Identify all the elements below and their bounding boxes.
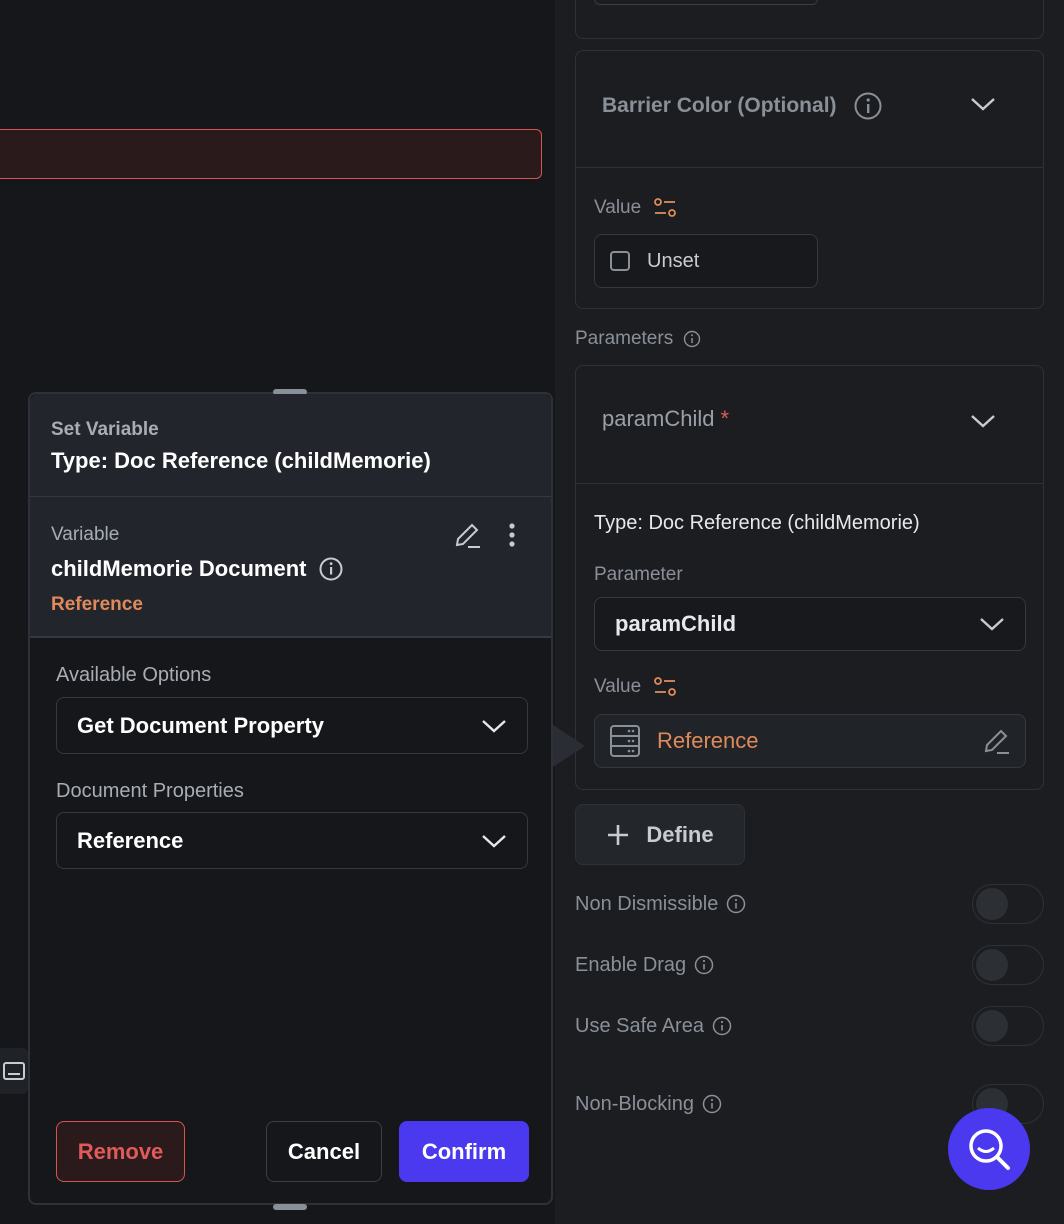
document-properties-select[interactable]: Reference <box>56 812 528 869</box>
card-divider <box>576 167 1043 168</box>
toggle-label: Non-Blocking <box>575 1092 694 1115</box>
search-fab-button[interactable] <box>948 1108 1030 1190</box>
value-reference-field[interactable]: Reference <box>594 714 1026 768</box>
toggle-label-row: Non-Blocking <box>575 1093 722 1116</box>
parameter-select-value: paramChild <box>615 611 737 636</box>
info-icon <box>702 1094 722 1114</box>
value-label-row: Value <box>594 676 677 698</box>
options-icon <box>654 677 677 696</box>
variable-label: Variable <box>51 524 120 545</box>
toggle-label: Non Dismissible <box>575 892 719 915</box>
bottom-resize-handle[interactable] <box>273 1204 307 1210</box>
side-tool-button[interactable] <box>0 1048 28 1094</box>
toggle-knob <box>976 949 1008 981</box>
info-icon[interactable] <box>318 556 344 582</box>
chevron-down-icon <box>980 618 1004 631</box>
edit-icon[interactable] <box>981 726 1011 756</box>
toggle-label: Use Safe Area <box>575 1014 704 1037</box>
modal-header: Set Variable Type: Doc Reference (childM… <box>30 394 551 497</box>
remove-button[interactable]: Remove <box>56 1121 185 1182</box>
parameter-label: Parameter <box>594 564 683 585</box>
enable-drag-toggle[interactable] <box>972 945 1044 985</box>
toggle-label-row: Non Dismissible <box>575 893 746 916</box>
barrier-color-title: Barrier Color (Optional) <box>602 94 837 117</box>
toggle-label: Enable Drag <box>575 953 687 976</box>
toggle-label-row: Enable Drag <box>575 954 714 977</box>
chevron-down-icon[interactable] <box>970 95 996 113</box>
param-name: paramChild <box>602 406 715 431</box>
unset-label: Unset <box>647 249 700 272</box>
popover-pointer <box>553 725 585 767</box>
database-icon <box>610 725 640 757</box>
modal-type-title: Type: Doc Reference (childMemorie) <box>51 448 431 473</box>
define-label: Define <box>646 821 714 847</box>
value-reference-text: Reference <box>657 728 759 753</box>
define-button[interactable]: Define <box>575 804 745 865</box>
non-dismissible-toggle[interactable] <box>972 884 1044 924</box>
confirm-button[interactable]: Confirm <box>399 1121 529 1182</box>
value-label: Value <box>594 197 642 218</box>
chevron-down-icon <box>482 834 506 848</box>
modal-kicker: Set Variable <box>51 419 159 440</box>
available-options-select[interactable]: Get Document Property <box>56 697 528 754</box>
previous-field[interactable] <box>594 0 818 5</box>
available-options-value: Get Document Property <box>77 712 324 738</box>
plus-icon <box>608 824 629 845</box>
toggle-row-enable-drag: Enable Drag <box>575 945 1044 985</box>
search-icon <box>969 1129 1010 1170</box>
param-header[interactable]: paramChild * <box>602 406 729 432</box>
parameters-label: Parameters <box>575 328 674 349</box>
info-icon <box>727 894 746 914</box>
cancel-button[interactable]: Cancel <box>266 1121 382 1182</box>
info-icon <box>684 330 701 348</box>
toggle-row-non-dismissible: Non Dismissible <box>575 884 1044 924</box>
use-safe-area-toggle[interactable] <box>972 1006 1044 1046</box>
available-options-label: Available Options <box>56 664 212 686</box>
chevron-down-icon[interactable] <box>970 412 996 430</box>
parameters-heading: Parameters <box>575 328 701 350</box>
unset-checkbox[interactable] <box>610 251 630 271</box>
document-properties-label: Document Properties <box>56 780 244 802</box>
toggle-knob <box>976 888 1008 920</box>
previous-section-card <box>575 0 1044 39</box>
value-label: Value <box>594 676 642 697</box>
parameter-select[interactable]: paramChild <box>594 597 1026 651</box>
barrier-color-card: Barrier Color (Optional) Value Unset <box>575 50 1044 309</box>
toggle-knob <box>976 1010 1008 1042</box>
set-variable-modal: Set Variable Type: Doc Reference (childM… <box>28 389 553 1210</box>
required-mark: * <box>720 406 730 431</box>
unset-checkbox-field[interactable]: Unset <box>594 234 818 288</box>
document-properties-value: Reference <box>77 827 184 853</box>
variable-name: childMemorie Document <box>51 556 307 581</box>
info-icon <box>694 955 714 975</box>
card-divider <box>576 483 1043 484</box>
edit-icon[interactable] <box>452 520 482 550</box>
error-highlight-bar <box>0 129 542 179</box>
variable-sub: Reference <box>51 594 143 615</box>
info-icon <box>712 1016 732 1036</box>
chevron-down-icon <box>482 719 506 733</box>
toggle-label-row: Use Safe Area <box>575 1015 732 1038</box>
variable-section: Variable childMemorie Document Reference <box>30 497 551 638</box>
options-icon <box>654 198 677 217</box>
info-icon <box>854 92 882 120</box>
barrier-color-header[interactable]: Barrier Color (Optional) <box>602 91 883 121</box>
param-type-text: Type: Doc Reference (childMemorie) <box>594 512 920 534</box>
tablet-icon <box>3 1062 25 1080</box>
variable-name-row: childMemorie Document <box>51 556 344 582</box>
param-child-card: paramChild * Type: Doc Reference (childM… <box>575 365 1044 790</box>
more-vertical-icon[interactable] <box>500 521 524 549</box>
toggle-row-use-safe-area: Use Safe Area <box>575 1006 1044 1046</box>
value-label-row: Value <box>594 197 677 219</box>
